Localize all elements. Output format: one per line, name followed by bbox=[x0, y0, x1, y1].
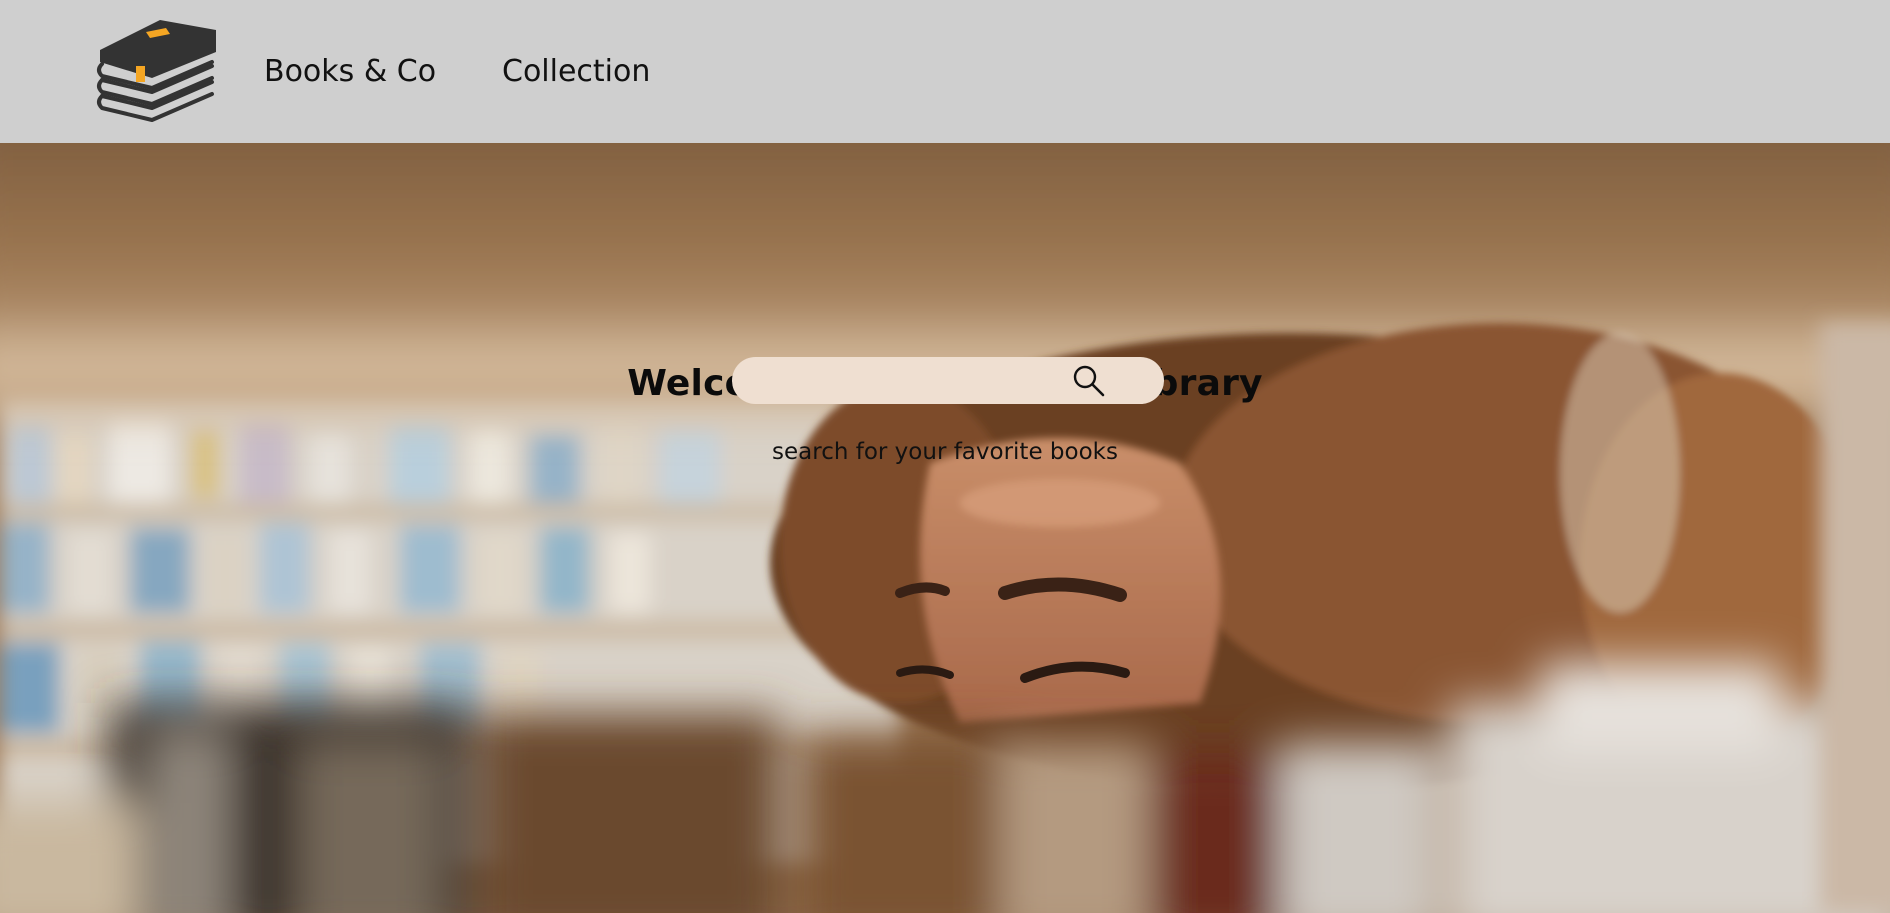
search-input[interactable] bbox=[752, 357, 1086, 406]
hero-subtitle: search for your favorite books bbox=[772, 439, 1118, 465]
search-icon[interactable] bbox=[1072, 364, 1106, 398]
hero-section: Welcome To Your Home Library search for … bbox=[0, 143, 1890, 913]
books-logo-icon[interactable] bbox=[94, 16, 218, 122]
library-background-image bbox=[0, 143, 1890, 913]
top-navbar: Books & Co Collection bbox=[0, 0, 1890, 143]
nav-collection-link[interactable]: Collection bbox=[502, 52, 650, 92]
nav-brand-link[interactable]: Books & Co bbox=[264, 52, 436, 92]
